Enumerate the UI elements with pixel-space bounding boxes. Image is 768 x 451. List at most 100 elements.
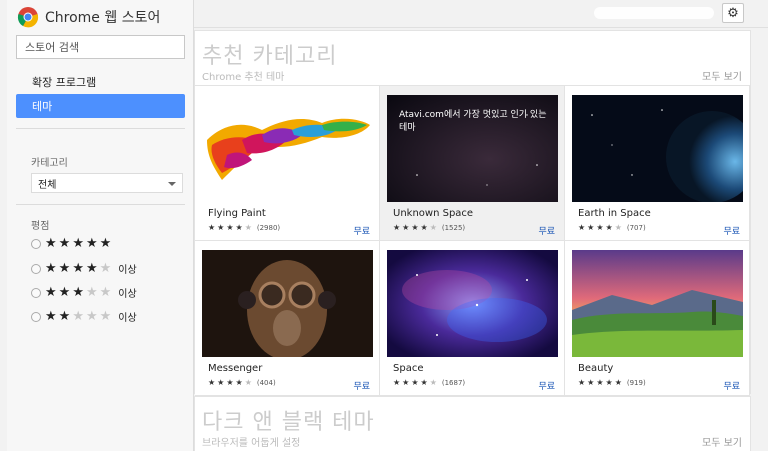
- space-nebula-image: [387, 250, 558, 357]
- rating-filter-option[interactable]: ★ ★ ★ ★ ★ 이상: [31, 309, 137, 324]
- star-rating: ★ ★ ★ ★ ★: [45, 262, 111, 275]
- theme-thumbnail[interactable]: Atavi.com에서 가장 멋있고 인기 있는 테마: [387, 95, 558, 202]
- star-icon: ★: [72, 285, 84, 300]
- star-icon: ★: [58, 309, 71, 324]
- section-dark-themes: 다크 앤 블랙 테마 브라우저를 어둡게 설정 모두 보기: [194, 396, 751, 451]
- price-label[interactable]: 무료: [538, 379, 555, 392]
- theme-grid: Flying Paint ★ ★ ★ ★ ★ (2980) 무료 Atavi.com에서 가장…: [195, 85, 750, 396]
- star-icon: ★: [587, 223, 595, 232]
- search-input[interactable]: [17, 36, 184, 59]
- theme-name: Beauty: [578, 363, 614, 374]
- theme-tile[interactable]: Atavi.com에서 가장 멋있고 인기 있는 테마 Unknown Space…: [380, 86, 565, 241]
- theme-rating: ★ ★ ★ ★ ★ (707): [578, 223, 646, 233]
- star-icon: ★: [226, 378, 234, 387]
- radio-button[interactable]: [31, 287, 41, 298]
- star-icon: ★: [45, 285, 57, 300]
- category-select[interactable]: 전체: [31, 173, 183, 193]
- star-rating: ★ ★ ★ ★ ★: [45, 310, 111, 323]
- star-icon: ★: [99, 309, 112, 324]
- nav-item-themes[interactable]: 테마: [16, 94, 185, 118]
- price-label[interactable]: 무료: [538, 224, 555, 237]
- star-icon: ★: [208, 223, 216, 232]
- theme-name: Unknown Space: [393, 208, 474, 219]
- star-icon: ★: [72, 236, 84, 251]
- star-icon: ★: [420, 378, 428, 387]
- theme-caption: Atavi.com에서 가장 멋있고 인기 있는 테마: [399, 110, 547, 133]
- star-icon: ★: [72, 261, 84, 276]
- theme-tile[interactable]: Beauty ★ ★ ★ ★ ★ (919) 무료: [565, 241, 750, 396]
- star-icon: ★: [244, 378, 252, 387]
- price-label[interactable]: 무료: [353, 224, 370, 237]
- section-subtitle: 브라우저를 어둡게 설정: [202, 438, 301, 449]
- theme-name: Flying Paint: [208, 208, 266, 219]
- nav-item-extensions[interactable]: 확장 프로그램: [16, 70, 185, 94]
- beauty-landscape-image: [572, 250, 743, 357]
- app-header[interactable]: Chrome 웹 스토어: [17, 6, 160, 28]
- theme-rating: ★ ★ ★ ★ ★ (1525): [393, 223, 465, 233]
- star-icon: ★: [208, 378, 216, 387]
- star-icon: ★: [99, 285, 112, 300]
- star-icon: ★: [235, 378, 243, 387]
- top-bar: ⚙: [194, 0, 768, 28]
- radio-button[interactable]: [31, 311, 41, 322]
- star-icon: ★: [605, 378, 613, 387]
- theme-rating: ★ ★ ★ ★ ★ (919): [578, 378, 646, 388]
- star-icon: ★: [411, 223, 419, 232]
- price-label[interactable]: 무료: [723, 224, 740, 237]
- theme-thumbnail[interactable]: [572, 95, 743, 202]
- theme-thumbnail[interactable]: [572, 250, 743, 357]
- account-area[interactable]: [594, 7, 714, 19]
- star-icon: ★: [58, 285, 71, 300]
- star-icon: ★: [411, 378, 419, 387]
- chevron-down-icon: [168, 182, 176, 186]
- theme-rating: ★ ★ ★ ★ ★ (1687): [393, 378, 466, 388]
- theme-tile[interactable]: Earth in Space ★ ★ ★ ★ ★ (707) 무료: [565, 86, 750, 241]
- theme-tile[interactable]: Space ★ ★ ★ ★ ★ (1687) 무료: [380, 241, 565, 396]
- star-icon: ★: [226, 223, 234, 232]
- see-all-link[interactable]: 모두 보기: [702, 434, 742, 449]
- theme-thumbnail[interactable]: [202, 250, 373, 357]
- star-icon: ★: [85, 285, 98, 300]
- theme-thumbnail[interactable]: [387, 250, 558, 357]
- rating-count: (919): [626, 379, 646, 387]
- section-title: 다크 앤 블랙 테마: [202, 410, 375, 435]
- settings-button[interactable]: ⚙: [722, 3, 744, 23]
- section-recommended: 추천 카테고리 Chrome 추천 테마 모두 보기 Flying Paint ★…: [194, 30, 751, 396]
- radio-button[interactable]: [31, 238, 41, 249]
- section-subtitle: Chrome 추천 테마: [202, 72, 285, 83]
- price-label[interactable]: 무료: [723, 379, 740, 392]
- theme-tile[interactable]: Messenger ★ ★ ★ ★ ★ (404) 무료: [195, 241, 380, 396]
- rating-count: (1687): [441, 379, 466, 387]
- star-icon: ★: [578, 378, 586, 387]
- category-value: 전체: [38, 179, 57, 191]
- rating-suffix: 이상: [118, 313, 137, 324]
- radio-button[interactable]: [31, 263, 41, 274]
- star-icon: ★: [614, 223, 622, 232]
- theme-name: Space: [393, 363, 424, 374]
- star-icon: ★: [45, 236, 57, 251]
- star-icon: ★: [605, 223, 613, 232]
- rating-count: (2980): [256, 224, 281, 232]
- star-icon: ★: [429, 378, 437, 387]
- theme-thumbnail[interactable]: [202, 95, 373, 202]
- nav-item-label: 테마: [32, 100, 53, 113]
- star-icon: ★: [85, 236, 98, 251]
- star-icon: ★: [72, 309, 84, 324]
- star-icon: ★: [596, 223, 604, 232]
- star-icon: ★: [587, 378, 595, 387]
- see-all-link[interactable]: 모두 보기: [702, 68, 742, 83]
- app-title: Chrome 웹 스토어: [45, 10, 161, 26]
- messenger-image: [202, 250, 373, 357]
- rating-label: 평점: [31, 221, 50, 232]
- search-box: [16, 35, 185, 59]
- star-rating: ★ ★ ★ ★ ★: [45, 237, 111, 250]
- rating-filter-option[interactable]: ★ ★ ★ ★ ★ 이상: [31, 285, 137, 300]
- rating-count: (404): [256, 379, 276, 387]
- rating-filter-option[interactable]: ★ ★ ★ ★ ★ 이상: [31, 261, 137, 276]
- theme-tile[interactable]: Flying Paint ★ ★ ★ ★ ★ (2980) 무료: [195, 86, 380, 241]
- price-label[interactable]: 무료: [353, 379, 370, 392]
- star-icon: ★: [402, 223, 410, 232]
- nav-item-label: 확장 프로그램: [32, 76, 97, 89]
- rating-filter-option[interactable]: ★ ★ ★ ★ ★: [31, 237, 111, 250]
- chrome-logo-icon: [17, 7, 39, 28]
